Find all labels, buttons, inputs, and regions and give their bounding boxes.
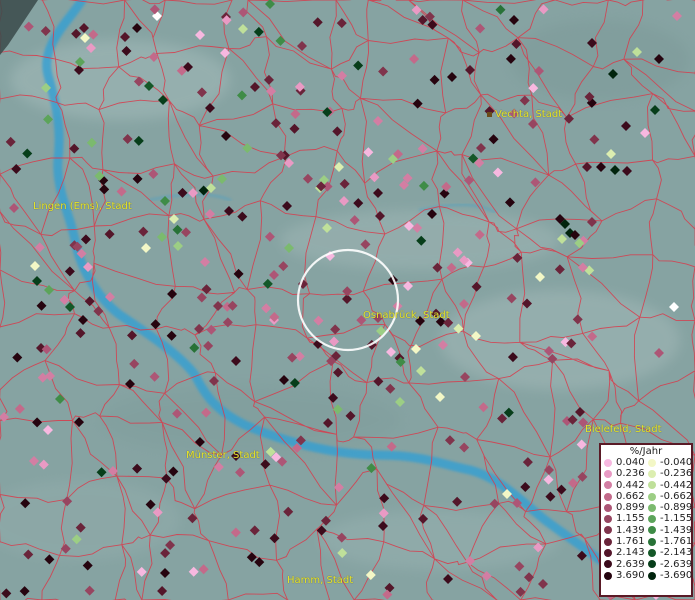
legend-label: -0.442 <box>660 479 693 491</box>
legend-label: -0.236 <box>660 468 693 480</box>
legend-entry-positive: 1.439 <box>601 525 645 536</box>
legend-swatch <box>604 560 612 569</box>
legend-swatch <box>604 549 612 558</box>
legend-swatch <box>648 537 656 546</box>
legend-swatch <box>648 492 656 501</box>
legend-swatch <box>648 515 656 524</box>
legend-swatch <box>604 458 612 467</box>
legend-swatch <box>604 537 612 546</box>
legend-entry-positive: 0.040 <box>601 457 645 468</box>
legend-entry-positive: 1.155 <box>601 513 645 524</box>
city-label-lingen: Lingen (Ems), Stadt <box>33 201 132 212</box>
legend-label: -3.690 <box>660 569 693 581</box>
legend-swatch <box>604 481 612 490</box>
legend-entry-negative: -0.236 <box>645 468 693 480</box>
legend: %/Jahr 0.040 -0.040 0.236 -0.236 0.442 -0.442… <box>599 443 693 597</box>
city-marker <box>487 111 492 117</box>
legend-swatch <box>604 492 612 501</box>
legend-label: 1.155 <box>616 513 645 525</box>
legend-swatch <box>648 481 656 490</box>
legend-rows: 0.040 -0.040 0.236 -0.236 0.442 -0.442 0.662 -0… <box>601 457 693 581</box>
legend-label: 0.899 <box>616 502 645 514</box>
legend-entry-negative: -0.899 <box>645 502 693 514</box>
city-label-muenster: Münster, Stadt <box>186 450 260 461</box>
legend-label: 0.442 <box>616 479 645 491</box>
map-view[interactable]: Vechta, Stadt Lingen (Ems), Stadt Osnabr… <box>0 0 695 600</box>
legend-label: 0.236 <box>616 468 645 480</box>
legend-label: -0.662 <box>660 490 693 502</box>
legend-entry-negative: -0.442 <box>645 479 693 491</box>
legend-row: 2.639 -2.639 <box>601 558 693 570</box>
legend-swatch <box>604 571 612 580</box>
legend-entry-positive: 0.236 <box>601 468 645 479</box>
legend-row: 0.040 -0.040 <box>601 457 693 468</box>
legend-entry-negative: -1.761 <box>645 536 693 548</box>
map-canvas[interactable] <box>0 0 695 600</box>
legend-row: 0.662 -0.662 <box>601 490 693 502</box>
legend-title: %/Jahr <box>629 446 663 457</box>
legend-swatch <box>648 571 656 580</box>
legend-entry-positive: 3.690 <box>601 570 645 581</box>
legend-entry-negative: -2.143 <box>645 547 693 559</box>
legend-entry-positive: 1.761 <box>601 536 645 547</box>
legend-entry-negative: -2.639 <box>645 558 693 570</box>
legend-entry-negative: -1.439 <box>645 524 693 536</box>
legend-label: 1.439 <box>616 524 645 536</box>
legend-row: 3.690 -3.690 <box>601 569 693 581</box>
legend-label: 0.662 <box>616 490 645 502</box>
legend-row: 1.761 -1.761 <box>601 536 693 548</box>
legend-entry-positive: 0.899 <box>601 502 645 513</box>
legend-row: 0.442 -0.442 <box>601 479 693 491</box>
legend-swatch <box>648 503 656 512</box>
legend-swatch <box>648 549 656 558</box>
legend-label: -1.439 <box>660 524 693 536</box>
legend-swatch <box>648 526 656 535</box>
legend-label: -0.040 <box>660 457 693 468</box>
legend-entry-negative: -1.155 <box>645 513 693 525</box>
legend-row: 2.143 -2.143 <box>601 547 693 559</box>
legend-label: 3.690 <box>616 569 645 581</box>
city-label-hamm: Hamm, Stadt <box>287 575 354 586</box>
legend-swatch <box>604 503 612 512</box>
legend-entry-negative: -0.040 <box>645 457 693 468</box>
legend-swatch <box>604 515 612 524</box>
legend-swatch <box>648 458 656 467</box>
legend-entry-positive: 2.639 <box>601 559 645 570</box>
city-label-bielefeld: Bielefeld, Stadt <box>585 424 662 435</box>
city-label-vechta: Vechta, Stadt <box>487 109 562 120</box>
legend-swatch <box>604 526 612 535</box>
legend-label: -1.155 <box>660 513 693 525</box>
legend-label: 1.761 <box>616 536 645 548</box>
legend-swatch <box>648 469 656 478</box>
legend-label: 2.143 <box>616 547 645 559</box>
legend-row: 1.439 -1.439 <box>601 524 693 536</box>
legend-label: -2.639 <box>660 558 693 570</box>
legend-label: 2.639 <box>616 558 645 570</box>
legend-entry-positive: 0.662 <box>601 491 645 502</box>
legend-entry-positive: 2.143 <box>601 547 645 558</box>
legend-entry-negative: -3.690 <box>645 569 693 581</box>
legend-label: 0.040 <box>616 457 645 468</box>
legend-row: 1.155 -1.155 <box>601 513 693 525</box>
legend-row: 0.236 -0.236 <box>601 468 693 480</box>
legend-entry-positive: 0.442 <box>601 480 645 491</box>
legend-swatch <box>604 469 612 478</box>
legend-label: -2.143 <box>660 547 693 559</box>
legend-label: -0.899 <box>660 502 693 514</box>
legend-label: -1.761 <box>660 536 693 548</box>
legend-entry-negative: -0.662 <box>645 490 693 502</box>
legend-swatch <box>648 560 656 569</box>
legend-row: 0.899 -0.899 <box>601 502 693 514</box>
city-label-osnabrueck: Osnabrück, Stadt <box>363 310 450 321</box>
